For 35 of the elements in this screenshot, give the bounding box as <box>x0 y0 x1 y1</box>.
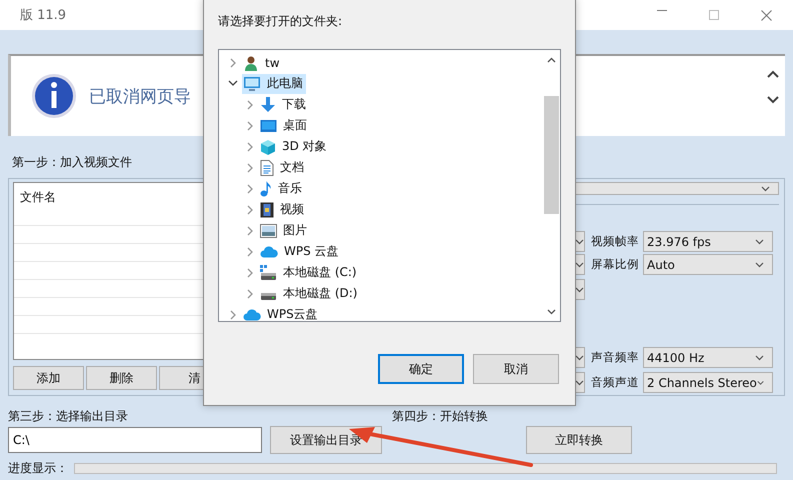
file-button[interactable]: 添加 <box>13 366 84 390</box>
dialog-prompt: 请选择要打开的文件夹: <box>218 13 344 30</box>
tree-item[interactable]: WPS云盘 <box>242 304 321 321</box>
tree-item[interactable]: 视频 <box>259 200 307 220</box>
tree-item[interactable]: 此电脑 <box>242 74 306 94</box>
tree-item[interactable]: 下载 <box>259 94 309 114</box>
window-title: 版 11.9 <box>20 7 66 24</box>
dropdown[interactable]: 23.976 fps <box>643 231 773 252</box>
dropdown[interactable]: 2 Channels Stereo <box>643 372 773 393</box>
output-path-field[interactable]: C:\ <box>8 427 262 453</box>
dialog-button[interactable]: 确定 <box>378 354 464 384</box>
progress-label: 进度显示： <box>8 460 68 477</box>
tree-item[interactable]: 文档 <box>259 158 307 178</box>
setting-label: 声音频率 <box>590 350 640 365</box>
dropdown[interactable]: Auto <box>643 254 773 275</box>
setting-label: 屏幕比例 <box>590 257 640 272</box>
tree-item[interactable]: 音乐 <box>259 178 305 198</box>
notice-text: 已取消网页导 <box>89 86 191 108</box>
tree-item[interactable]: 本地磁盘 (D:) <box>259 284 360 304</box>
tree-item[interactable]: 桌面 <box>259 116 310 136</box>
tree-item[interactable]: 3D 对象 <box>259 136 330 156</box>
setting-label: 视频帧率 <box>590 234 640 249</box>
step-label: 第一步：加入视频文件 <box>12 155 132 169</box>
tree-item[interactable]: tw <box>242 52 283 72</box>
tree-item[interactable]: WPS 云盘 <box>259 242 342 262</box>
file-button[interactable]: 删除 <box>86 366 157 390</box>
dropdown[interactable]: 44100 Hz <box>643 347 773 368</box>
column-header: 文件名 <box>20 190 56 204</box>
dialog-button[interactable]: 取消 <box>473 354 559 384</box>
setting-label: 音频声道 <box>590 375 640 390</box>
step-label: 第四步：开始转换 <box>392 408 488 424</box>
tree-item[interactable]: 本地磁盘 (C:) <box>259 262 360 282</box>
step-label: 第三步：选择输出目录 <box>8 408 129 424</box>
tree-item[interactable]: 图片 <box>259 220 310 240</box>
convert-button[interactable]: 立即转换 <box>526 426 632 454</box>
